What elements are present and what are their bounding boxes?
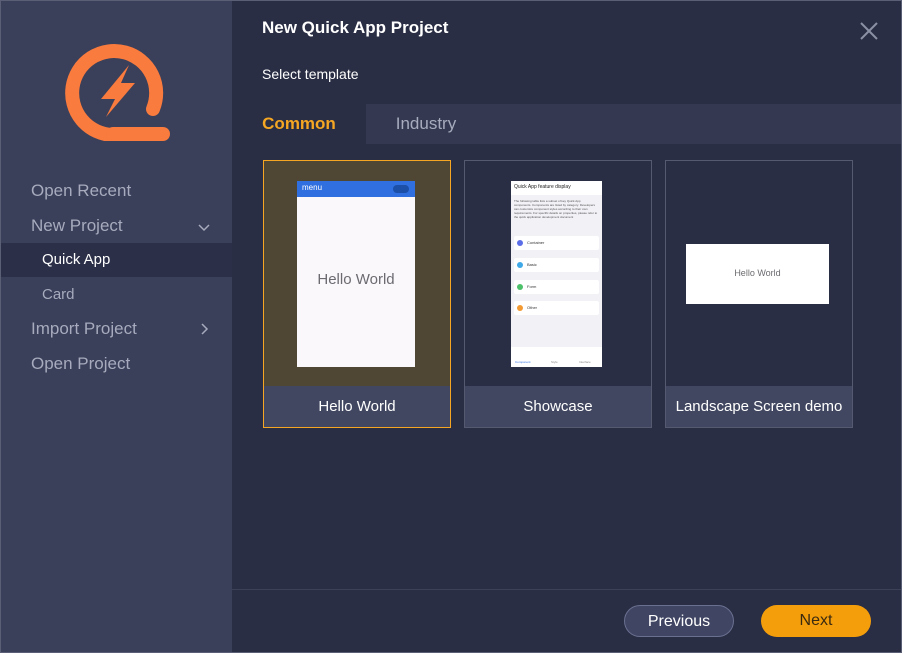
template-preview: Quick App feature display The following … (465, 161, 651, 387)
chevron-right-icon (201, 323, 209, 335)
preview-title: Quick App feature display (514, 184, 571, 190)
dialog-footer: Previous Next (232, 589, 901, 652)
template-label: Landscape Screen demo (666, 386, 852, 427)
preview-nav-label: Style (551, 360, 558, 364)
template-card-landscape[interactable]: Hello World Landscape Screen demo (665, 160, 853, 428)
template-label: Hello World (264, 386, 450, 427)
main-panel: New Quick App Project Select template Co… (232, 1, 901, 652)
sidebar-item-label: Open Recent (31, 181, 132, 200)
sidebar: Open Recent New Project Quick App Card I… (1, 1, 232, 652)
preview-row: Container (514, 236, 599, 250)
sidebar-item-label: Quick App (42, 251, 111, 268)
template-preview: Hello World (666, 161, 852, 387)
dialog-title: New Quick App Project (262, 18, 449, 37)
tab-common[interactable]: Common (232, 104, 366, 144)
sidebar-item-new-project[interactable]: New Project (1, 209, 232, 243)
dot-icon (517, 262, 523, 268)
preview-row-label: Other (527, 305, 538, 310)
preview-row: Form (514, 280, 599, 294)
template-card-showcase[interactable]: Quick App feature display The following … (464, 160, 652, 428)
phone-preview: menu Hello World (297, 181, 415, 367)
preview-header: menu (297, 181, 415, 197)
preview-row-label: Basic (527, 262, 537, 267)
template-card-hello-world[interactable]: menu Hello World Hello World (263, 160, 451, 428)
more-icon (393, 185, 409, 193)
dot-icon (517, 284, 523, 290)
preview-header: Quick App feature display (511, 181, 602, 195)
preview-nav-label: Interface (579, 360, 591, 364)
quick-app-logo-icon (65, 44, 170, 141)
preview-bottom-nav: Component Style Interface (511, 347, 602, 367)
sidebar-item-label: New Project (31, 216, 123, 235)
sidebar-item-open-recent[interactable]: Open Recent (1, 174, 232, 208)
next-button[interactable]: Next (761, 605, 871, 637)
close-icon[interactable] (859, 21, 879, 41)
sidebar-item-label: Card (42, 286, 75, 303)
select-template-label: Select template (262, 66, 359, 82)
previous-button[interactable]: Previous (624, 605, 734, 637)
sidebar-item-label: Import Project (31, 319, 137, 338)
dot-icon (517, 240, 523, 246)
sidebar-item-quick-app[interactable]: Quick App (1, 243, 232, 277)
landscape-preview: Hello World (686, 244, 829, 304)
preview-hello-text: Hello World (317, 271, 395, 288)
sidebar-item-card[interactable]: Card (1, 278, 232, 312)
preview-row: Other (514, 301, 599, 315)
sidebar-item-label: Open Project (31, 354, 131, 373)
dialog-window: Open Recent New Project Quick App Card I… (0, 0, 902, 653)
preview-hello-text: Hello World (734, 268, 781, 278)
sidebar-item-open-project[interactable]: Open Project (1, 347, 232, 381)
template-preview: menu Hello World (264, 161, 450, 387)
preview-nav-label: Component (515, 360, 531, 364)
preview-row: Basic (514, 258, 599, 272)
preview-intro: The following table lists a subset of ke… (514, 199, 598, 219)
preview-row-label: Container (527, 240, 545, 245)
template-tabs: Common Industry (232, 104, 901, 144)
preview-row-label: Form (527, 284, 537, 289)
chevron-down-icon (198, 224, 210, 232)
template-label: Showcase (465, 386, 651, 427)
phone-preview: Quick App feature display The following … (511, 181, 602, 367)
tab-industry[interactable]: Industry (366, 104, 486, 144)
preview-menu-label: menu (302, 183, 323, 192)
sidebar-item-import-project[interactable]: Import Project (1, 312, 232, 346)
dot-icon (517, 305, 523, 311)
